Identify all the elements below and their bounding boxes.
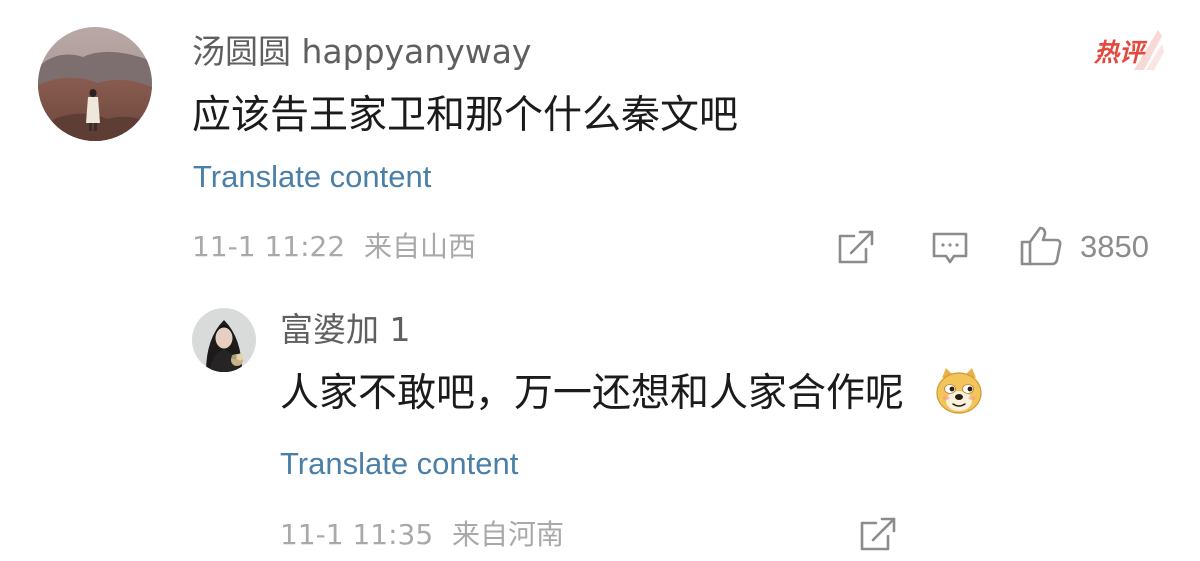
like-count: 3850 (1080, 229, 1149, 264)
reply-text: 人家不敢吧，万一还想和人家合作呢 (280, 371, 905, 416)
comment-timestamp: 11-1 11:22 (192, 230, 346, 263)
comment-username[interactable]: 汤圆圆 happyanyway (192, 28, 531, 76)
reply-share-icon[interactable] (858, 515, 898, 555)
reply-timestamp: 11-1 11:35 (280, 518, 434, 551)
avatar-image (38, 27, 152, 141)
hot-badge-label: 热评 (1093, 38, 1148, 67)
reply-location: 来自河南 (452, 518, 565, 551)
comment-location: 来自山西 (364, 230, 477, 263)
reply-avatar[interactable] (192, 308, 256, 372)
doge-emoji-icon (934, 366, 984, 416)
reply-icon[interactable] (930, 228, 970, 268)
reply-avatar-image (192, 308, 256, 372)
reply-translate-link[interactable]: Translate content (280, 444, 518, 484)
user-avatar[interactable] (38, 27, 152, 141)
translate-link[interactable]: Translate content (193, 157, 431, 197)
reply-username[interactable]: 富婆加 1 (280, 306, 411, 354)
reply-meta: 11-1 11:35 来自河南 (280, 515, 564, 555)
comment-text: 应该告王家卫和那个什么秦文吧 (192, 93, 739, 138)
hot-comment-badge: 热评 (1088, 26, 1164, 76)
like-icon[interactable] (1018, 224, 1064, 268)
comment-meta: 11-1 11:22 来自山西 (192, 227, 476, 267)
share-icon[interactable] (836, 228, 876, 268)
